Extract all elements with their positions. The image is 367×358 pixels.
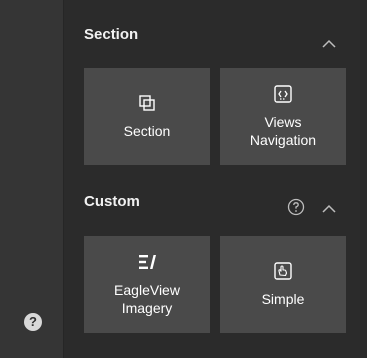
left-rail: ? <box>0 0 64 358</box>
simple-widget-label: Simple <box>261 291 305 307</box>
widget-panel: Section Section Views Navigation Custom <box>65 0 361 358</box>
question-circle-icon[interactable] <box>287 198 305 216</box>
views-navigation-label: Views Navigation <box>249 114 317 148</box>
layers-icon <box>139 95 155 111</box>
section-header-title: Section <box>84 26 139 43</box>
views-navigation-icon <box>274 85 292 103</box>
eagleview-logo-icon <box>139 255 156 269</box>
eagleview-imagery-tile[interactable]: EagleView Imagery <box>84 236 210 333</box>
custom-header-title: Custom <box>84 193 140 210</box>
section-widget-tile[interactable]: Section <box>84 68 210 165</box>
collapse-custom-chevron-up-icon[interactable] <box>321 203 337 215</box>
simple-widget-tile[interactable]: Simple <box>220 236 346 333</box>
collapse-section-chevron-up-icon[interactable] <box>321 38 337 50</box>
scrollbar-track[interactable] <box>361 0 367 358</box>
section-widget-label: Section <box>123 123 171 139</box>
help-icon[interactable]: ? <box>24 313 42 331</box>
hand-icon <box>274 262 292 280</box>
eagleview-imagery-label: EagleView Imagery <box>114 282 180 316</box>
views-navigation-tile[interactable]: Views Navigation <box>220 68 346 165</box>
